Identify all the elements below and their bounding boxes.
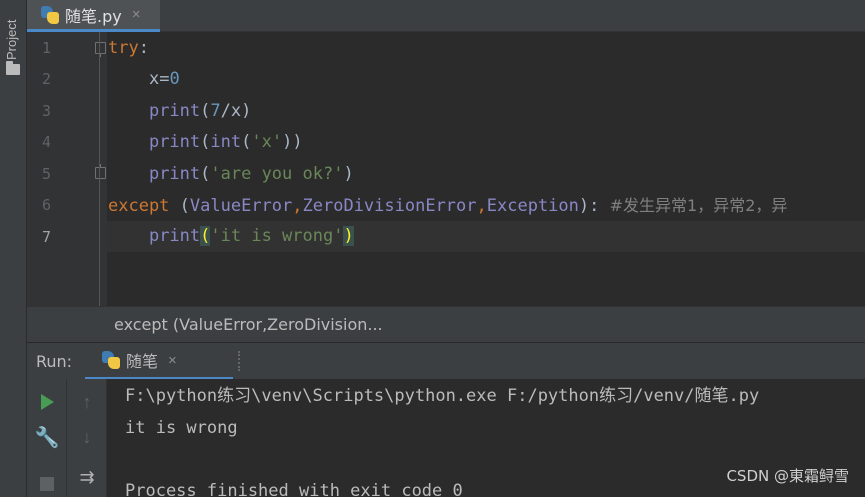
code-line-2: x=0 (148, 69, 180, 89)
scroll-down-button[interactable]: ↓ (67, 423, 107, 451)
line-gutter: 1 2 3 4 5 6 7 (27, 32, 107, 306)
wrench-icon: 🔧 (34, 426, 60, 449)
line-number: 1 (41, 39, 51, 57)
run-tab[interactable]: 随笔 × (85, 343, 233, 380)
stop-button[interactable] (27, 470, 67, 497)
rerun-button[interactable] (27, 388, 67, 416)
line-number: 4 (41, 133, 51, 151)
fold-marker-icon[interactable] (95, 42, 106, 57)
editor-tab-label: 随笔.py (65, 6, 122, 26)
line-number: 7 (41, 228, 51, 246)
fold-guide-line (99, 32, 100, 306)
breadcrumb: except (ValueError,ZeroDivision... (27, 306, 865, 342)
close-icon[interactable]: × (168, 352, 177, 369)
soft-wrap-button[interactable]: ⇉ (67, 463, 107, 491)
editor-tab-bar: 随笔.py × (27, 0, 865, 32)
python-icon (102, 351, 120, 369)
console-line: it is wrong (125, 418, 238, 438)
console-line: Process finished with exit code 0 (125, 481, 463, 497)
play-icon (40, 394, 54, 410)
line-number: 2 (41, 70, 51, 88)
code-editor[interactable]: 1 2 3 4 5 6 7 try: x=0 print(7/x) print(… (27, 32, 865, 306)
line-number: 6 (41, 196, 51, 214)
folder-icon (6, 61, 20, 75)
run-tab-label: 随笔 (126, 352, 159, 371)
code-line-1: try: (108, 38, 149, 58)
run-panel-header: Run: 随笔 × (27, 342, 865, 380)
run-panel-title: Run: (36, 352, 73, 371)
soft-wrap-icon: ⇉ (79, 466, 95, 487)
watermark: CSDN @東霜鲟雪 (726, 467, 849, 485)
project-tool-button[interactable]: Project (0, 0, 27, 80)
code-line-4: print(int('x')) (148, 132, 303, 152)
project-label: Project (4, 19, 19, 60)
fold-marker-icon[interactable] (95, 164, 106, 179)
code-line-6: except (ValueError,ZeroDivisionError,Exc… (108, 196, 788, 216)
breadcrumb-item[interactable]: except (ValueError,ZeroDivision... (114, 307, 383, 343)
settings-button[interactable]: 🔧 (27, 423, 67, 451)
line-number: 3 (41, 102, 51, 120)
line-number: 5 (41, 165, 51, 183)
down-arrow-icon: ↓ (82, 426, 92, 447)
code-line-7: print('it is wrong') (148, 226, 354, 246)
editor-tab-file[interactable]: 随笔.py × (27, 0, 160, 32)
code-line-3: print(7/x) (148, 101, 252, 121)
console-line: F:\python练习\venv\Scripts\python.exe F:/p… (125, 386, 760, 406)
scroll-up-button[interactable]: ↑ (67, 388, 107, 416)
stop-icon (40, 477, 54, 491)
up-arrow-icon: ↑ (82, 391, 92, 412)
run-toolbar-primary: 🔧 (27, 379, 67, 497)
project-tool-strip: Project (0, 0, 27, 497)
code-line-5: print('are you ok?') (148, 164, 354, 184)
close-icon[interactable]: × (132, 6, 141, 23)
python-icon (41, 5, 59, 24)
panel-separator (238, 351, 240, 371)
run-toolbar-secondary: ↑ ↓ ⇉ (67, 379, 107, 497)
